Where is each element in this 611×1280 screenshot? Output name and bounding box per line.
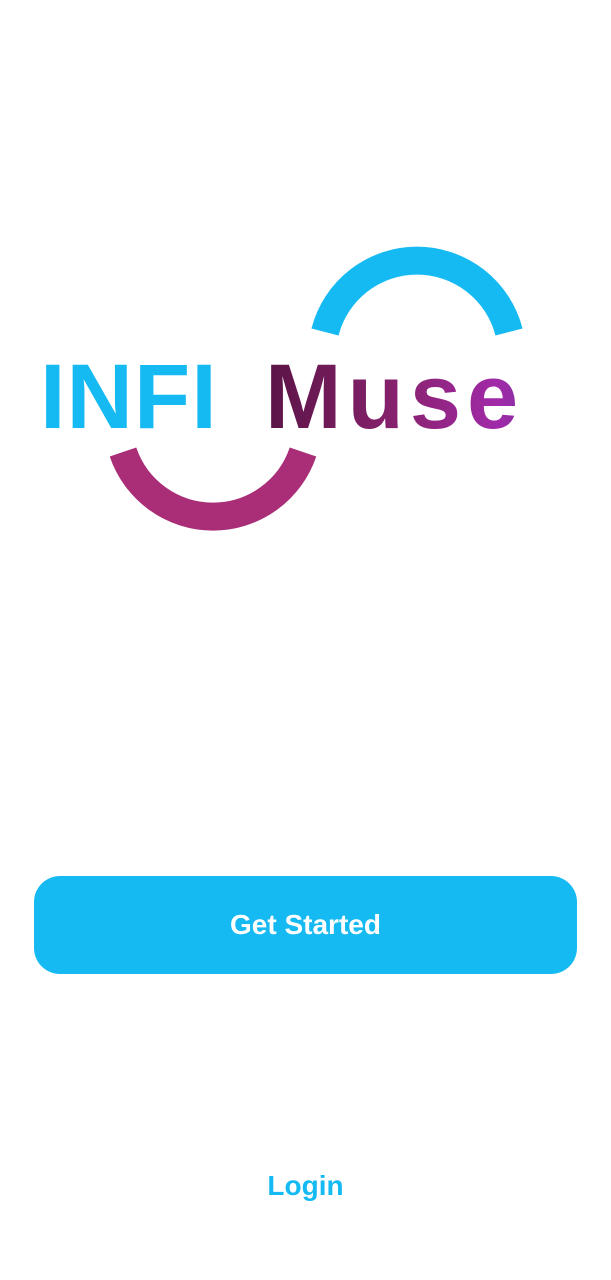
- magenta-arc-shape: [109, 447, 317, 531]
- get-started-label: Get Started: [230, 909, 381, 940]
- app-logo: INFI Muse: [0, 0, 611, 600]
- get-started-button[interactable]: Get Started: [34, 876, 577, 974]
- logo-text-muse: Muse: [265, 346, 524, 448]
- blue-arc-shape: [311, 246, 523, 336]
- logo-text-infi: INFI: [40, 346, 218, 448]
- login-link[interactable]: Login: [0, 1166, 611, 1206]
- infinity-wave-logo-icon: INFI Muse: [40, 246, 524, 531]
